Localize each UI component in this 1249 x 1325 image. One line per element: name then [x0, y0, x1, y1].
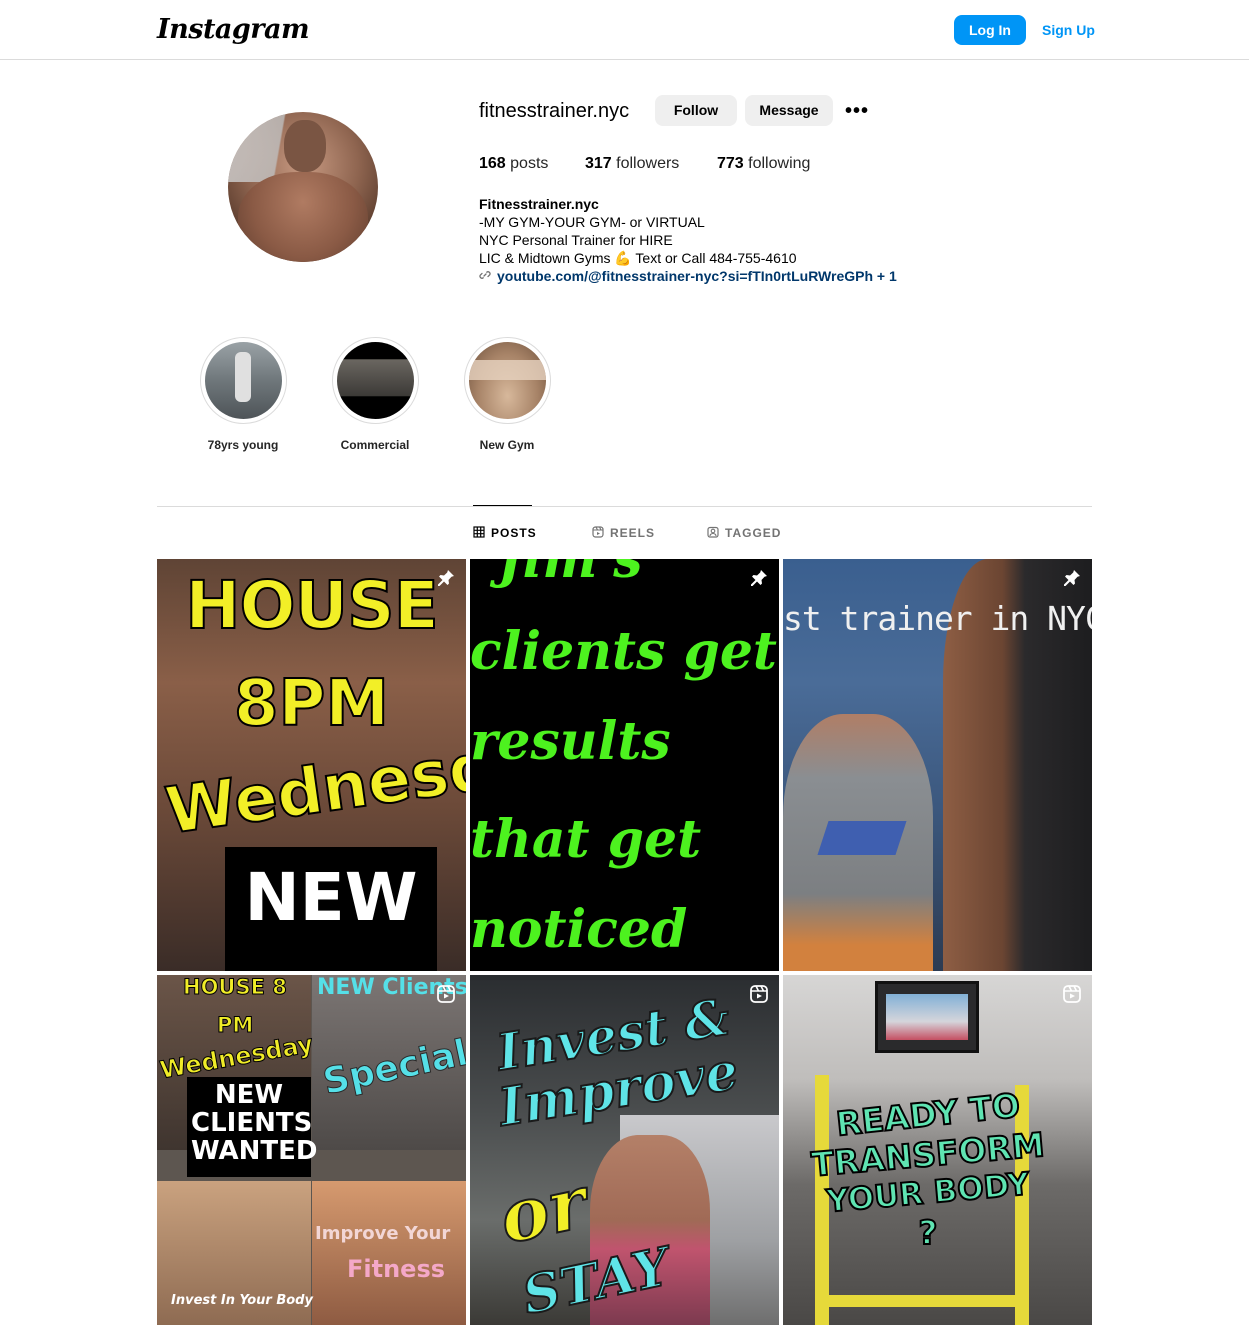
post-overlay-text: noticed: [470, 899, 688, 960]
pin-icon: [749, 568, 769, 588]
highlight-cover: [336, 342, 414, 419]
followers-stat[interactable]: 317 followers: [585, 155, 679, 173]
highlight-ring: [199, 337, 287, 424]
highlight-cover: [468, 342, 546, 419]
following-stat[interactable]: 773 following: [717, 155, 810, 173]
link-icon: [479, 267, 491, 285]
tab-label: TAGGED: [725, 526, 782, 540]
post-overlay-text: clients get: [470, 621, 777, 682]
bio-line: LIC & Midtown Gyms 💪 Text or Call 484-75…: [479, 250, 797, 266]
post-thumbnail[interactable]: Invest & Improve or STAY: [470, 975, 779, 1325]
reel-icon: [436, 984, 456, 1004]
profile-username: fitnesstrainer.nyc: [479, 100, 630, 122]
avatar-body: [238, 172, 368, 262]
highlight-new-gym[interactable]: New Gym: [452, 337, 562, 452]
pin-icon: [1062, 568, 1082, 588]
post-overlay-text: Fitness: [347, 1255, 446, 1283]
instagram-logo[interactable]: Instagram: [157, 14, 310, 45]
post-overlay-text: Jim's: [498, 559, 643, 590]
bio-name: Fitnesstrainer.nyc: [479, 196, 599, 212]
top-navigation-bar: Instagram Log In Sign Up: [0, 0, 1249, 60]
followers-count: 317: [585, 155, 612, 172]
post-overlay-text: HOUSE 8: [183, 975, 288, 1000]
post-overlay-text: st trainer in NYC": [783, 599, 1092, 638]
tab-label: REELS: [610, 526, 656, 540]
post-overlay-text: results: [470, 711, 671, 772]
post-thumbnail[interactable]: HOUSE 8 PM Wednesday NEW CLIENTS WANTED …: [157, 975, 466, 1325]
following-label: following: [748, 155, 811, 172]
collage-panel: [312, 1181, 466, 1325]
tab-posts[interactable]: POSTS: [473, 526, 537, 540]
reel-icon: [1062, 984, 1082, 1004]
more-options-icon[interactable]: •••: [845, 100, 869, 123]
post-overlay-text: 8PM: [233, 666, 390, 742]
post-thumbnail[interactable]: st trainer in NYC": [783, 559, 1092, 971]
message-button[interactable]: Message: [745, 95, 833, 126]
posts-label: posts: [510, 155, 549, 172]
post-overlay-text: ?: [917, 1212, 938, 1253]
profile-avatar[interactable]: [228, 112, 378, 262]
posts-stat: 168 posts: [479, 155, 548, 173]
post-overlay-text: NEW CLIENTS WANTED: [191, 1080, 318, 1166]
grid-icon: [473, 526, 485, 538]
active-tab-indicator: [473, 505, 532, 506]
bio-link[interactable]: youtube.com/@fitnesstrainer-nyc?si=fTIn0…: [479, 267, 897, 285]
highlight-ring: [463, 337, 551, 424]
clipboard: [817, 821, 907, 855]
tab-tagged[interactable]: TAGGED: [707, 526, 781, 540]
post-overlay-text: NEW: [244, 859, 418, 936]
bio-link-text[interactable]: youtube.com/@fitnesstrainer-nyc?si=fTIn0…: [497, 268, 897, 284]
log-in-button[interactable]: Log In: [954, 15, 1026, 45]
reels-icon: [592, 526, 604, 538]
post-overlay-text: or: [491, 1158, 595, 1261]
reel-icon: [749, 984, 769, 1004]
pin-icon: [436, 568, 456, 588]
post-overlay-text: Improve Your: [315, 1223, 451, 1244]
highlight-label: 78yrs young: [207, 438, 279, 452]
highlight-cover: [204, 342, 282, 419]
tab-reels[interactable]: REELS: [592, 526, 655, 540]
squat-rack: [815, 1295, 1029, 1307]
highlight-label: Commercial: [340, 438, 410, 452]
post-thumbnail[interactable]: READY TO TRANSFORM YOUR BODY ?: [783, 975, 1092, 1325]
avatar-head: [284, 120, 326, 172]
post-overlay-text: that get: [470, 809, 702, 870]
posts-count: 168: [479, 155, 506, 172]
post-overlay-text: PM: [216, 1013, 254, 1038]
highlight-label: New Gym: [479, 438, 535, 452]
sign-up-link[interactable]: Sign Up: [1042, 15, 1095, 45]
tabs-divider: [157, 506, 1092, 507]
post-thumbnail[interactable]: HOUSE 8PM Wednesday NEW: [157, 559, 466, 971]
highlight-ring: [331, 337, 419, 424]
profile-bio: Fitnesstrainer.nyc -MY GYM-YOUR GYM- or …: [479, 195, 897, 285]
highlight-commercial[interactable]: Commercial: [320, 337, 430, 452]
bio-line: -MY GYM-YOUR GYM- or VIRTUAL: [479, 214, 705, 230]
tab-label: POSTS: [491, 526, 537, 540]
tagged-icon: [707, 526, 719, 538]
highlight-78yrs-young[interactable]: 78yrs young: [188, 337, 298, 452]
post-overlay-text: Wednesday: [160, 717, 466, 850]
post-overlay-text: Invest In Your Body: [171, 1293, 313, 1308]
post-thumbnail[interactable]: Jim's clients get results that get notic…: [470, 559, 779, 971]
following-count: 773: [717, 155, 744, 172]
follow-button[interactable]: Follow: [655, 95, 737, 126]
gym-tv-screen: [875, 981, 979, 1053]
followers-label: followers: [616, 155, 680, 172]
bio-line: NYC Personal Trainer for HIRE: [479, 232, 673, 248]
post-overlay-text: HOUSE: [184, 566, 440, 645]
